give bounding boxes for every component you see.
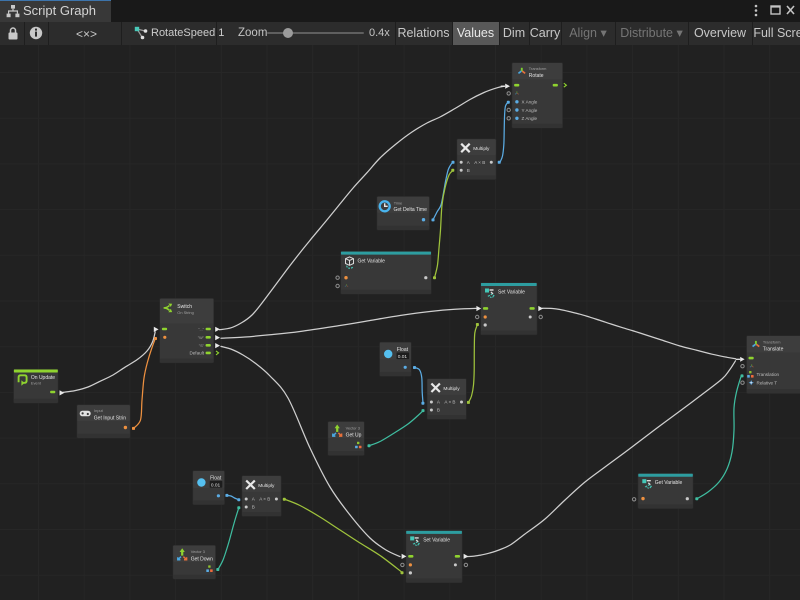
- svg-text:Event: Event: [31, 381, 42, 386]
- svg-text:Multiply: Multiply: [473, 146, 490, 152]
- svg-text:On String: On String: [177, 310, 193, 315]
- svg-text:"...": "...": [198, 328, 205, 332]
- svg-text:Time: Time: [394, 200, 403, 205]
- svg-text:X Angle: X Angle: [522, 100, 538, 105]
- svg-text:Input: Input: [94, 408, 104, 413]
- svg-text:0.01: 0.01: [398, 354, 408, 360]
- svg-text:Transform: Transform: [529, 66, 547, 71]
- svg-text:Float: Float: [397, 347, 409, 353]
- svg-text:B: B: [467, 168, 470, 173]
- svg-text:Set Variable: Set Variable: [423, 537, 450, 543]
- svg-text:Get Variable: Get Variable: [358, 259, 386, 265]
- svg-text:A × B: A × B: [474, 160, 485, 165]
- svg-text:Rotate: Rotate: [529, 73, 544, 79]
- svg-text:A × B: A × B: [444, 400, 455, 405]
- svg-text:Get Delta Time: Get Delta Time: [394, 207, 428, 213]
- svg-text:A × B: A × B: [259, 497, 270, 502]
- svg-text:Get Down: Get Down: [191, 556, 213, 562]
- svg-text:Relative T: Relative T: [757, 381, 778, 386]
- svg-text:B: B: [252, 505, 255, 510]
- svg-text:Multiply: Multiply: [258, 483, 275, 489]
- svg-text:Transform: Transform: [763, 339, 781, 344]
- svg-text:Vector 3: Vector 3: [191, 549, 205, 554]
- svg-text:"S": "S": [199, 344, 205, 348]
- svg-text:B: B: [437, 408, 440, 413]
- svg-text:Z Angle: Z Angle: [522, 116, 538, 121]
- svg-text:"W": "W": [198, 336, 205, 340]
- svg-text:Get Variable: Get Variable: [655, 480, 683, 486]
- svg-text:0.01: 0.01: [211, 482, 221, 488]
- svg-text:Set Variable: Set Variable: [498, 290, 525, 296]
- svg-text:Get Input Strin: Get Input Strin: [94, 415, 126, 421]
- svg-text:Vector 3: Vector 3: [346, 425, 360, 430]
- svg-text:Translation: Translation: [757, 372, 780, 377]
- svg-text:Multiply: Multiply: [443, 386, 460, 392]
- svg-text:Float: Float: [210, 476, 222, 482]
- svg-text:Y Angle: Y Angle: [522, 108, 538, 113]
- svg-text:Default: Default: [189, 351, 204, 356]
- svg-text:Translate: Translate: [763, 347, 784, 353]
- svg-text:Get Up: Get Up: [346, 433, 362, 439]
